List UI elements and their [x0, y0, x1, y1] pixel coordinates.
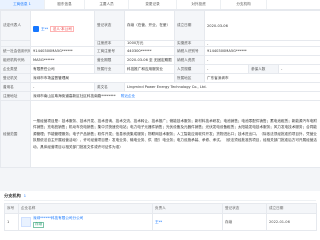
insured-value: -	[277, 64, 320, 74]
divider	[4, 200, 316, 201]
row-company: 深圳******科技有限公司分公司 存续	[18, 213, 153, 231]
biz-reg-no-value: 440300******	[124, 46, 175, 56]
legal-rep-label: 法定代表人	[0, 10, 31, 41]
col-date: 成立日期	[266, 203, 317, 214]
credit-code-label: 统一社会信用代码	[0, 46, 31, 56]
insured-label: 参保人数	[248, 64, 279, 74]
tab-shareholders[interactable]: 股东信息	[45, 0, 85, 9]
term-label: 营业期限	[94, 55, 125, 65]
branches-table: 序号 企业名称 负责人 登记状态 成立日期 1 深圳******科技有限公司分公…	[4, 203, 317, 231]
legal-rep-cell: 王** 法人·本公司	[30, 10, 95, 47]
region-label: 所属地区	[174, 73, 205, 83]
company-name-link[interactable]: 深圳******科技有限公司分公司	[33, 216, 83, 220]
row-status: 存续	[222, 213, 267, 231]
company-type-label: 企业类型	[0, 64, 31, 74]
col-index: 序号	[4, 203, 19, 214]
legal-rep-name[interactable]: 王**	[41, 27, 48, 31]
legal-rep-tag: 法人·本公司	[50, 25, 75, 32]
reg-status-value: 存续（在营、开业、在册）	[124, 10, 175, 41]
reg-status-label: 登记状态	[94, 10, 125, 41]
tab-branches[interactable]: 分支机构	[221, 0, 267, 9]
branches-count: 1	[23, 194, 27, 198]
term-value: 2020-03-06 至 无固定期限	[124, 55, 175, 65]
former-name-label: 曾用名	[0, 82, 31, 92]
industry-label: 所属行业	[94, 64, 125, 74]
company-logo-icon	[21, 217, 31, 227]
branches-section: 分支机构 1 序号 企业名称 负责人 登记状态 成立日期 1 深圳******科…	[0, 191, 320, 240]
taxpayer-no-label: 纳税人识别号	[174, 46, 205, 56]
row-manager[interactable]: 王**	[152, 213, 223, 231]
authority-value: 深圳市市场监督管理局	[30, 73, 175, 83]
credit-code-value: 91440300MA5G******	[30, 46, 95, 56]
company-type-value: 有限责任公司	[30, 64, 95, 74]
org-code-value: MA5G******	[30, 55, 95, 65]
region-value: 广东省深圳市	[203, 73, 320, 83]
tab-change-records[interactable]: 变更记录	[129, 0, 177, 9]
branches-title: 分支机构	[4, 193, 21, 198]
tab-key-personnel[interactable]: 主要人员	[85, 0, 129, 9]
address-label: 注册地址	[0, 91, 31, 101]
taxpayer-type-value: -	[203, 55, 320, 65]
nearby-companies-link[interactable]: 附近企业	[121, 94, 135, 98]
tab-bar: 工商信息 1 股东信息 主要人员 变更记录 对外投资 分支机构	[0, 0, 320, 10]
row-date: 2022-01-06	[266, 213, 317, 231]
address-value: 深圳市南山区粤海街道高新区社区科技南路********	[33, 93, 116, 98]
address-cell: 深圳市南山区粤海街道高新区社区科技南路******** 附近企业	[29, 91, 320, 101]
tab-business-info[interactable]: 工商信息 1	[0, 0, 45, 9]
en-name-value: Lingmind Power Energy Technology Co., Lt…	[123, 82, 320, 92]
former-name-value: -	[30, 82, 95, 92]
table-row[interactable]: 1 深圳******科技有限公司分公司 存续 王** 存续 2022-01-06	[4, 213, 317, 231]
staff-value: -	[204, 64, 249, 74]
scope-label: 经营范围	[0, 100, 31, 168]
col-name: 企业名称	[18, 203, 153, 214]
staff-label: 人员规模	[174, 64, 205, 74]
biz-reg-no-label: 工商注册号	[94, 46, 125, 56]
row-index: 1	[4, 213, 19, 231]
industry-value: 科技推广和应用服务业	[124, 64, 175, 74]
branches-header-row: 序号 企业名称 负责人 登记状态 成立日期	[4, 203, 317, 214]
business-info-table: 法定代表人 王** 法人·本公司 登记状态 存续（在营、开业、在册） 成立日期 2…	[0, 10, 320, 168]
scope-value: 一般经营项目是：技术服务、技术开发、技术咨询、技术交流、技术转让、技术推广；储能…	[29, 100, 320, 168]
tab-investments[interactable]: 对外投资	[177, 0, 221, 9]
col-manager: 负责人	[152, 203, 223, 214]
col-status: 登记状态	[222, 203, 267, 214]
org-code-label: 组织机构代码	[0, 55, 31, 65]
person-avatar-icon	[33, 25, 39, 32]
authority-label: 登记机关	[0, 73, 31, 83]
est-date-label: 成立日期	[174, 10, 205, 41]
company-state-badge: 存续	[33, 222, 45, 228]
est-date-value: 2020-03-06	[203, 10, 320, 41]
taxpayer-type-label: 纳税人资质	[174, 55, 205, 65]
en-name-label: 英文名	[94, 82, 125, 92]
taxpayer-no-value: 91440300MA5G******	[203, 46, 320, 56]
